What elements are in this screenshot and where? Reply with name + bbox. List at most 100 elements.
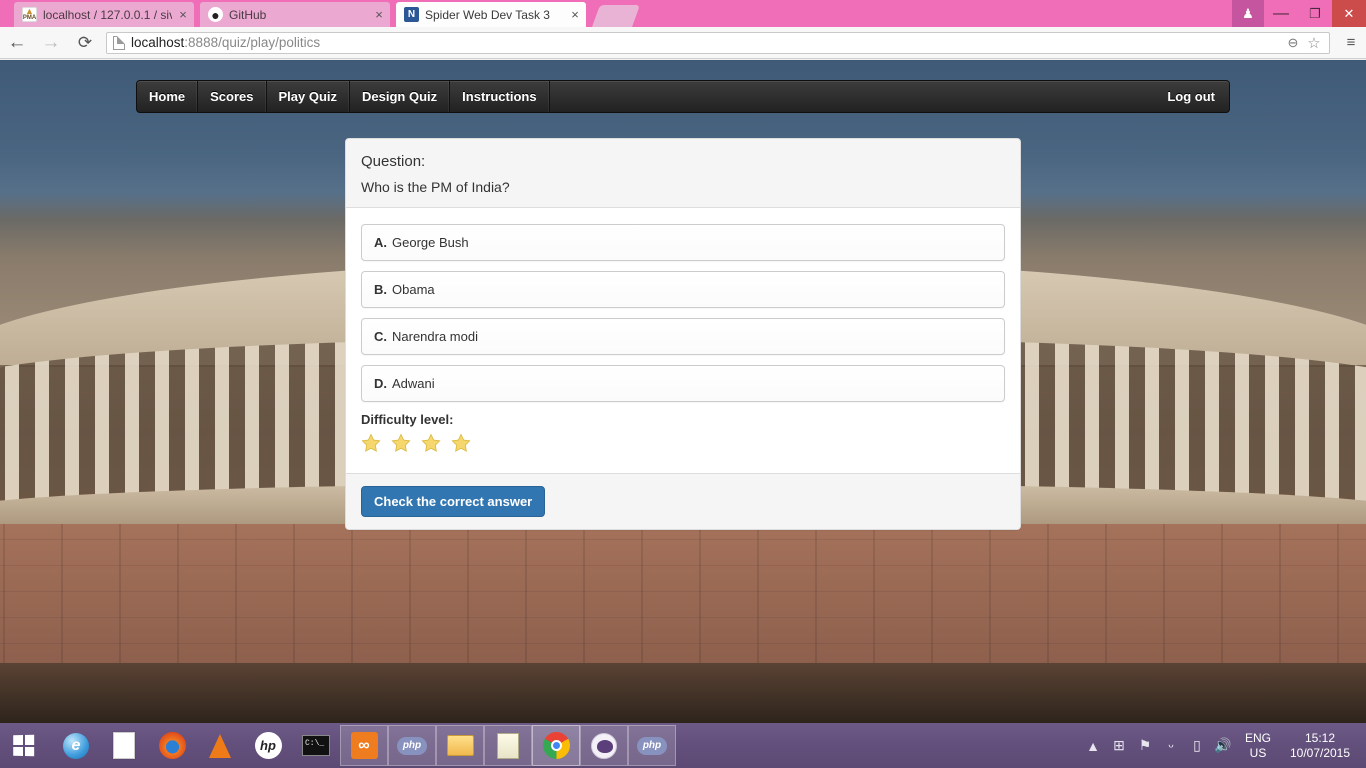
back-button[interactable]: ← <box>0 27 34 59</box>
document-icon <box>113 732 135 759</box>
quiz-card-body: A. George Bush B. Obama C. Narendra modi… <box>346 208 1020 473</box>
minimize-icon: — <box>1273 4 1289 22</box>
browser-tab-1[interactable]: ▲ PMA localhost / 127.0.0.1 / siva × <box>14 2 194 27</box>
nav-item-design-quiz[interactable]: Design Quiz <box>350 81 451 112</box>
close-window-button[interactable]: ✕ <box>1332 0 1366 27</box>
notepad-plus-favicon-icon: N <box>404 7 419 22</box>
php-icon: php <box>397 736 427 755</box>
question-label: Question: <box>361 153 426 170</box>
taskbar-notepad[interactable] <box>484 725 532 766</box>
taskbar-chrome[interactable] <box>532 725 580 766</box>
quiz-card-header: Question: Who is the PM of India? <box>346 139 1020 208</box>
tab-close-icon[interactable]: × <box>176 8 190 22</box>
taskbar-php-2[interactable]: php <box>628 725 676 766</box>
star-icon <box>361 433 381 452</box>
taskbar-document[interactable] <box>100 725 148 766</box>
internet-explorer-icon: e <box>63 732 89 759</box>
taskbar-hp[interactable]: hp <box>244 725 292 766</box>
new-tab-button[interactable] <box>591 5 641 27</box>
answer-option-b[interactable]: B. Obama <box>361 271 1005 308</box>
option-text: Narendra modi <box>392 329 478 344</box>
hp-icon: hp <box>254 732 282 759</box>
nav-item-scores[interactable]: Scores <box>198 81 267 112</box>
reload-button[interactable]: ⟳ <box>68 27 102 59</box>
taskbar-php-1[interactable]: php <box>388 725 436 766</box>
answer-option-d[interactable]: D. Adwani <box>361 365 1005 402</box>
system-tray: ▲ ⊞ ⚑ ᵕ ▯ 🔊 ENG US 15:12 10/07/2015 <box>1080 723 1366 768</box>
background-ground <box>0 663 1366 723</box>
taskbar-items: e hp C:\_ ∞ php php <box>52 725 676 766</box>
restore-icon: ❐ <box>1309 6 1321 21</box>
site-navbar: Home Scores Play Quiz Design Quiz Instru… <box>136 80 1230 113</box>
taskbar-github[interactable] <box>580 725 628 766</box>
taskbar-xampp[interactable]: ∞ <box>340 725 388 766</box>
language-line-1: ENG <box>1244 730 1271 745</box>
star-icon <box>421 433 441 452</box>
browser-tab-2[interactable]: ● GitHub × <box>200 2 390 27</box>
windows-taskbar: e hp C:\_ ∞ php php ▲ ⊞ ⚑ ᵕ ▯ 🔊 ENG US 1… <box>0 723 1366 768</box>
quiz-card: Question: Who is the PM of India? A. Geo… <box>345 138 1021 530</box>
github-favicon-icon: ● <box>208 7 223 23</box>
url-host: localhost <box>131 35 185 50</box>
taskbar-internet-explorer[interactable]: e <box>52 725 100 766</box>
clock-time: 15:12 <box>1304 730 1336 745</box>
notepad-icon <box>497 732 519 759</box>
tray-network-icon[interactable]: ᵕ <box>1158 738 1184 754</box>
xampp-icon: ∞ <box>350 732 378 759</box>
tray-flag-icon[interactable]: ⚑ <box>1132 737 1158 754</box>
answer-option-a[interactable]: A. George Bush <box>361 224 1005 261</box>
tray-battery-icon[interactable]: ▯ <box>1184 737 1210 754</box>
firefox-icon <box>158 732 186 759</box>
tab-title: localhost / 127.0.0.1 / siva <box>43 7 172 22</box>
address-bar[interactable]: localhost:8888/quiz/play/politics ⊖ ☆ <box>106 31 1330 54</box>
browser-titlebar: ▲ PMA localhost / 127.0.0.1 / siva × ● G… <box>0 0 1366 27</box>
tray-volume-icon[interactable]: 🔊 <box>1210 737 1236 754</box>
windows-start-button[interactable] <box>0 723 46 768</box>
tab-close-icon[interactable]: × <box>568 8 582 22</box>
tray-action-center-icon[interactable]: ⊞ <box>1106 737 1132 754</box>
logout-link[interactable]: Log out <box>1153 81 1229 112</box>
bookmark-star-icon[interactable]: ☆ <box>1303 34 1325 52</box>
option-key: C. <box>374 329 387 344</box>
option-text: Adwani <box>392 376 435 391</box>
chrome-icon <box>542 732 570 759</box>
github-icon <box>591 732 617 759</box>
url-text: localhost:8888/quiz/play/politics <box>131 35 1283 50</box>
close-icon: ✕ <box>1343 6 1355 21</box>
tray-clock[interactable]: 15:12 10/07/2015 <box>1280 731 1360 761</box>
browser-window: ▲ PMA localhost / 127.0.0.1 / siva × ● G… <box>0 0 1366 723</box>
tray-language-indicator[interactable]: ENG US <box>1236 731 1280 761</box>
option-text: George Bush <box>392 235 469 250</box>
browser-tab-3[interactable]: N Spider Web Dev Task 3 × <box>396 2 586 27</box>
maximize-button[interactable]: ❐ <box>1298 0 1332 27</box>
zoom-out-icon[interactable]: ⊖ <box>1283 35 1303 51</box>
option-text: Obama <box>392 282 435 297</box>
taskbar-firefox[interactable] <box>148 725 196 766</box>
tab-title: Spider Web Dev Task 3 <box>425 7 550 22</box>
tray-expand-icon[interactable]: ▲ <box>1080 738 1106 754</box>
taskbar-vlc[interactable] <box>196 725 244 766</box>
background-building-wall <box>0 524 1366 670</box>
question-text: Who is the PM of India? <box>361 179 510 195</box>
windows-logo-icon <box>12 734 34 757</box>
forward-button[interactable]: → <box>34 27 68 59</box>
nav-item-play-quiz[interactable]: Play Quiz <box>267 81 351 112</box>
chrome-menu-icon[interactable]: ≡ <box>1336 34 1366 51</box>
minimize-button[interactable]: — <box>1264 0 1298 27</box>
navbar-spacer <box>550 81 1154 112</box>
page-viewport: Home Scores Play Quiz Design Quiz Instru… <box>0 60 1366 723</box>
answer-option-c[interactable]: C. Narendra modi <box>361 318 1005 355</box>
quiz-card-footer: Check the correct answer <box>346 473 1020 529</box>
vlc-cone-icon <box>209 733 231 758</box>
tab-close-icon[interactable]: × <box>372 8 386 22</box>
nav-item-home[interactable]: Home <box>137 81 199 112</box>
taskbar-file-explorer[interactable] <box>436 725 484 766</box>
star-icon <box>451 433 471 452</box>
php-storm-icon: php <box>637 736 667 755</box>
tab-title: GitHub <box>229 7 267 22</box>
profile-button[interactable]: ♟ <box>1232 0 1264 27</box>
command-prompt-icon: C:\_ <box>302 735 330 756</box>
nav-item-instructions[interactable]: Instructions <box>450 81 550 112</box>
check-answer-button[interactable]: Check the correct answer <box>361 486 546 517</box>
taskbar-command-prompt[interactable]: C:\_ <box>292 725 340 766</box>
